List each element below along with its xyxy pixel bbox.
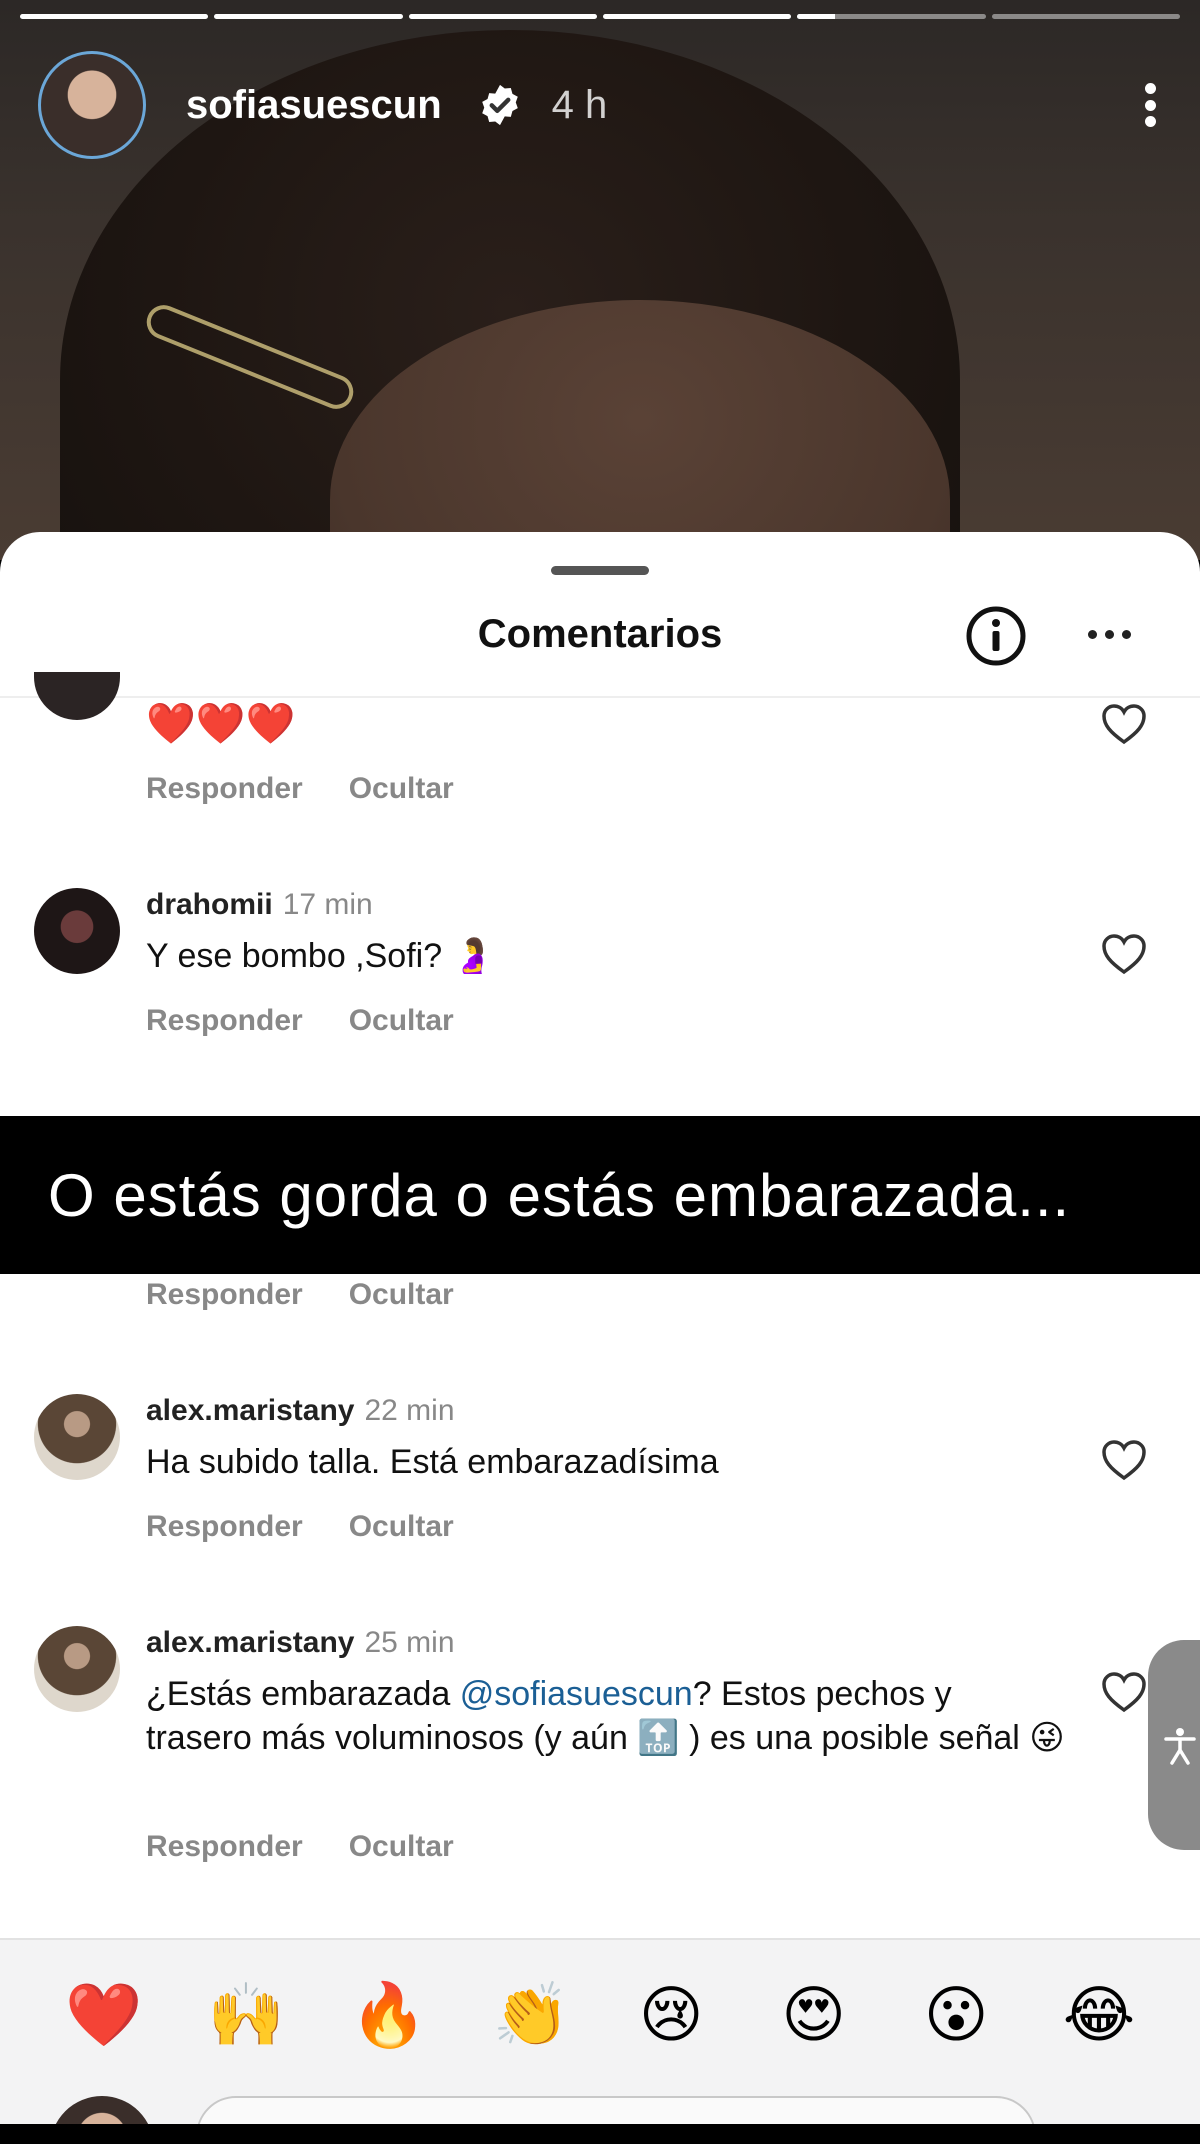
sheet-more-options-icon[interactable]: [1088, 630, 1131, 639]
comment-text: ¿Estás embarazada @sofiasuescun? Estos p…: [146, 1672, 1066, 1760]
progress-segment: [20, 14, 209, 19]
overlay-caption: O estás gorda o estás embarazada...: [0, 1116, 1200, 1274]
comment-header: drahomii 17 min: [146, 888, 373, 922]
comment-text: ❤️❤️❤️: [146, 702, 296, 746]
comment-actions: Responder Ocultar: [146, 772, 454, 806]
progress-segment: [602, 14, 792, 19]
story-author-avatar[interactable]: [38, 51, 146, 159]
info-icon[interactable]: [966, 606, 1026, 666]
quick-reactions: ❤️ 🙌 🔥 👏 😢 😍 😮 😂: [0, 1980, 1200, 2052]
reply-button[interactable]: Responder: [146, 1004, 303, 1038]
comment-header: alex.maristany 25 min: [146, 1626, 455, 1660]
reaction-laughing-icon[interactable]: 😂: [1063, 1980, 1135, 2052]
comment-username[interactable]: alex.maristany: [146, 1394, 354, 1427]
comment-text: Y ese bombo ,Sofi? 🤰: [146, 937, 494, 975]
like-heart-icon[interactable]: [1100, 1438, 1148, 1482]
comment-header: alex.maristany 22 min: [146, 1394, 455, 1428]
progress-segment: [991, 14, 1180, 19]
reaction-heart-icon[interactable]: ❤️: [65, 1980, 142, 2052]
reaction-fire-icon[interactable]: 🔥: [350, 1980, 427, 2052]
story-header: sofiasuescun 4 h: [38, 50, 1170, 160]
progress-segment: [797, 14, 986, 19]
commenter-avatar[interactable]: [34, 888, 120, 974]
story-more-options-icon[interactable]: [1130, 75, 1170, 135]
comment-actions: Responder Ocultar: [146, 1278, 454, 1312]
comment-text: Ha subido talla. Está embarazadísima: [146, 1443, 719, 1481]
reply-button[interactable]: Responder: [146, 1278, 303, 1312]
reply-button[interactable]: Responder: [146, 1510, 303, 1544]
accessibility-icon: [1164, 1728, 1196, 1765]
comment-actions: Responder Ocultar: [146, 1510, 454, 1544]
like-heart-icon[interactable]: [1100, 1670, 1148, 1714]
story-time-ago: 4 h: [551, 82, 608, 127]
reaction-heart-eyes-icon[interactable]: 😍: [778, 1980, 850, 2052]
comment-username[interactable]: drahomii: [146, 888, 273, 921]
commenter-avatar[interactable]: [34, 1626, 120, 1712]
progress-segment: [214, 14, 403, 19]
mention-link[interactable]: @sofiasuescun: [460, 1675, 693, 1713]
reaction-clap-icon[interactable]: 👏: [493, 1980, 570, 2052]
reaction-raised-hands-icon[interactable]: 🙌: [208, 1980, 285, 2052]
comment-username[interactable]: alex.maristany: [146, 1626, 354, 1659]
hide-button[interactable]: Ocultar: [349, 1510, 454, 1544]
reply-button[interactable]: Responder: [146, 1830, 303, 1864]
story-progress-bar: [20, 14, 1180, 19]
progress-segment: [408, 14, 597, 19]
comment-time: 22 min: [364, 1394, 455, 1427]
comment-time: 25 min: [364, 1626, 455, 1659]
sheet-divider: [0, 696, 1200, 698]
verified-badge-icon: [481, 84, 518, 126]
commenter-avatar[interactable]: [34, 1394, 120, 1480]
reply-button[interactable]: Responder: [146, 772, 303, 806]
hide-button[interactable]: Ocultar: [349, 772, 454, 806]
comments-sheet: Comentarios ❤️❤️❤️ Responder Ocultar dra…: [0, 532, 1200, 2124]
hide-button[interactable]: Ocultar: [349, 1830, 454, 1864]
comment-text-part: ¿Estás embarazada: [146, 1675, 460, 1713]
commenter-avatar[interactable]: [34, 672, 120, 720]
like-heart-icon[interactable]: [1100, 702, 1148, 746]
reaction-crying-icon[interactable]: 😢: [635, 1980, 707, 2052]
comment-actions: Responder Ocultar: [146, 1004, 454, 1038]
like-heart-icon[interactable]: [1100, 932, 1148, 976]
hide-button[interactable]: Ocultar: [349, 1004, 454, 1038]
sheet-drag-handle[interactable]: [551, 566, 649, 575]
story-author-username[interactable]: sofiasuescun: [186, 83, 442, 128]
reaction-surprised-icon[interactable]: 😮: [920, 1980, 992, 2052]
comment-time: 17 min: [282, 888, 373, 921]
accessibility-tab[interactable]: [1148, 1640, 1200, 1850]
hide-button[interactable]: Ocultar: [349, 1278, 454, 1312]
bottom-edge: [0, 2124, 1200, 2144]
comment-actions: Responder Ocultar: [146, 1830, 454, 1864]
